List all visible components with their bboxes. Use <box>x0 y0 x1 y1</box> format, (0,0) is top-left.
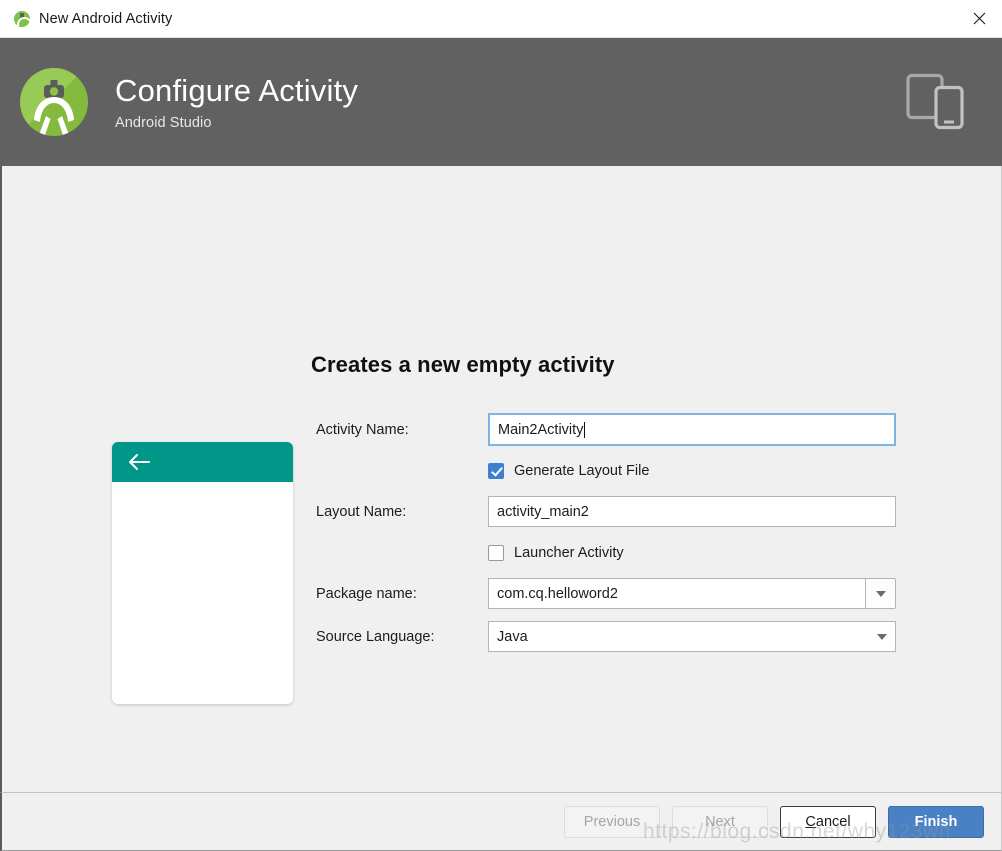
next-button[interactable]: Next <box>672 805 768 838</box>
text-caret <box>584 421 586 438</box>
close-icon <box>973 12 985 25</box>
launcher-activity-row: Launcher Activity <box>316 537 896 568</box>
activity-name-row: Activity Name: Main2Activity <box>316 413 896 446</box>
source-language-select[interactable]: Java <box>488 621 896 652</box>
package-name-label: Package name: <box>316 585 417 602</box>
back-arrow-icon <box>129 454 150 470</box>
layout-name-label: Layout Name: <box>316 503 407 520</box>
android-studio-logo-icon <box>20 68 88 136</box>
dialog-footer: Previous Next Cancel Finish https://blog… <box>0 792 1002 851</box>
header-title: Configure Activity <box>115 72 359 108</box>
android-studio-icon <box>14 10 30 27</box>
package-name-dropdown-button[interactable] <box>865 578 896 609</box>
generate-layout-file-label[interactable]: Generate Layout File <box>514 463 649 479</box>
package-name-combobox[interactable]: com.cq.helloword2 <box>488 578 896 609</box>
generate-layout-file-row: Generate Layout File <box>316 455 896 486</box>
activity-name-value: Main2Activity <box>498 421 584 438</box>
dialog-window: New Android Activity Configure Activity … <box>0 0 1002 851</box>
close-button[interactable] <box>956 0 1002 37</box>
page-title: Creates a new empty activity <box>311 352 615 377</box>
activity-preview-thumbnail <box>112 442 293 704</box>
launcher-activity-label[interactable]: Launcher Activity <box>514 545 624 561</box>
cancel-mnemonic: C <box>805 813 816 830</box>
package-name-row: Package name: com.cq.helloword2 <box>316 578 896 609</box>
dialog-header: Configure Activity Android Studio <box>0 38 1002 166</box>
previous-button[interactable]: Previous <box>564 805 660 838</box>
source-language-label: Source Language: <box>316 628 435 645</box>
generate-layout-file-checkbox[interactable] <box>488 462 504 479</box>
configure-activity-form: Activity Name: Main2Activity Generate La… <box>316 413 896 652</box>
title-bar: New Android Activity <box>0 0 1002 38</box>
cancel-label-rest: ancel <box>815 813 851 830</box>
header-subtitle: Android Studio <box>115 115 212 132</box>
layout-name-row: Layout Name: activity_main2 <box>316 496 896 527</box>
source-language-value: Java <box>497 628 528 645</box>
source-language-row: Source Language: Java <box>316 621 896 652</box>
window-title: New Android Activity <box>39 10 173 27</box>
dialog-body: Creates a new empty activity Activity Na… <box>0 166 1002 792</box>
chevron-down-icon <box>877 633 887 640</box>
finish-button[interactable]: Finish <box>888 805 984 838</box>
layout-name-value: activity_main2 <box>497 503 589 520</box>
cancel-button[interactable]: Cancel <box>780 805 876 838</box>
chevron-down-icon <box>875 590 886 597</box>
layout-name-input[interactable]: activity_main2 <box>488 496 896 527</box>
preview-appbar <box>112 442 293 482</box>
activity-name-input[interactable]: Main2Activity <box>488 413 896 446</box>
launcher-activity-checkbox[interactable] <box>488 544 504 561</box>
activity-name-label: Activity Name: <box>316 421 409 438</box>
tablet-and-phone-icon <box>906 68 970 137</box>
package-name-value: com.cq.helloword2 <box>497 585 618 602</box>
package-name-input[interactable]: com.cq.helloword2 <box>488 578 865 609</box>
